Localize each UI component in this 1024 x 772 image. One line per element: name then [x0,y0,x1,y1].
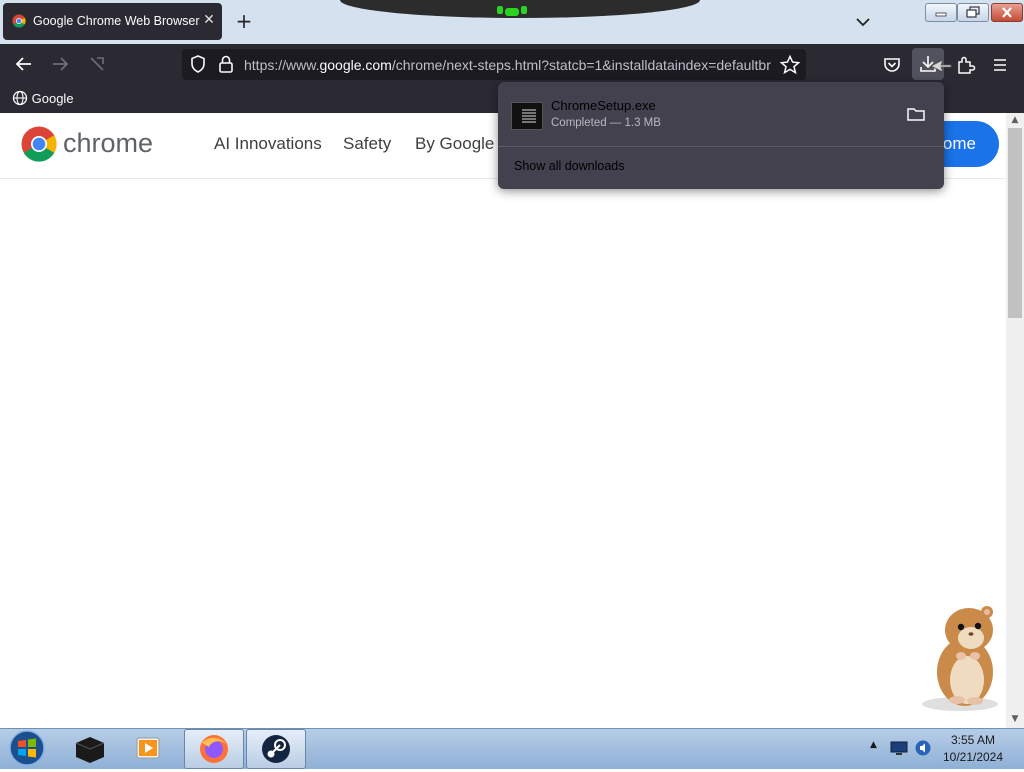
bookmark-star-icon[interactable] [779,54,801,76]
clock-time[interactable]: 3:55 AM [939,733,1007,747]
download-filename[interactable]: ChromeSetup.exe [551,98,656,113]
show-all-downloads-link[interactable]: Show all downloads [514,159,625,173]
tab-title: Google Chrome Web Browser [33,14,200,28]
chrome-logo-icon[interactable] [21,126,57,162]
pocket-icon[interactable] [881,54,903,76]
close-window-button[interactable] [991,3,1023,22]
shield-icon[interactable] [188,54,208,74]
folder-icon[interactable] [905,104,927,124]
media-player-icon[interactable] [133,729,163,767]
clock-date[interactable]: 10/21/2024 [939,750,1007,764]
hamster-mascot-icon [922,606,998,711]
back-arrow-icon[interactable] [12,52,36,76]
network-monitor-icon[interactable] [889,739,909,757]
new-tab-button[interactable]: + [232,10,256,34]
extensions-icon[interactable] [954,54,976,76]
nav-by-google[interactable]: By Google [415,134,494,154]
lock-icon[interactable] [217,54,235,74]
mouse-cursor-icon [930,59,952,73]
scrollbar-thumb[interactable] [1008,128,1022,318]
tab-close-icon[interactable]: ✕ [200,11,218,29]
scroll-down-icon[interactable]: ▼ [1006,712,1024,727]
bookmark-label: Google [31,91,74,106]
page-content [0,113,1006,728]
nav-ai-innovations[interactable]: AI Innovations [214,134,322,154]
cube-app-icon[interactable] [72,729,108,767]
taskbar-firefox[interactable] [184,729,244,769]
reload-icon[interactable] [85,52,109,76]
scroll-up-icon[interactable]: ▲ [1006,113,1024,128]
nav-safety[interactable]: Safety [343,134,391,154]
steam-icon [262,735,290,763]
speaker-icon[interactable] [914,739,932,757]
forward-arrow-icon[interactable] [48,52,72,76]
restore-button[interactable] [957,3,989,22]
bookmark-google[interactable]: Google [12,90,74,108]
download-status: Completed — 1.3 MB [551,117,661,129]
start-button-icon[interactable] [6,729,48,767]
taskbar-steam[interactable] [246,729,306,769]
firefox-icon [200,735,228,763]
divider [498,146,944,147]
status-led-icon [497,6,527,16]
cta-label: ome [942,134,976,153]
menu-hamburger-icon[interactable] [989,54,1011,76]
chrome-favicon-icon [12,14,26,28]
file-icon [511,102,543,130]
url-text[interactable]: https://www.google.com/chrome/next-steps… [244,57,774,75]
globe-icon [12,90,28,106]
list-all-tabs-icon[interactable] [852,12,874,32]
site-logo-text[interactable]: chrome [63,128,153,159]
show-hidden-icons-icon[interactable]: ▲ [870,740,880,754]
minimize-button[interactable] [925,3,957,22]
tab-google-chrome[interactable]: Google Chrome Web Browser ✕ [3,3,222,40]
